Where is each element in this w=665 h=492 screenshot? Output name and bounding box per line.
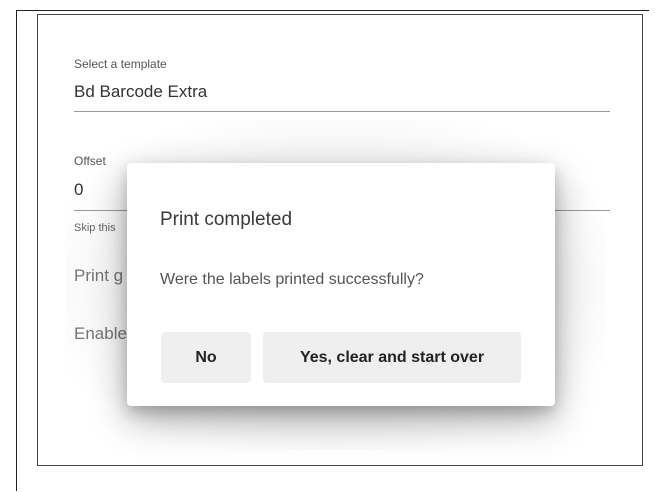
print-option-label: Print g	[74, 266, 124, 285]
template-select-value[interactable]: Bd Barcode Extra	[74, 82, 207, 102]
template-select-underline	[74, 111, 610, 112]
dialog-title: Print completed	[160, 209, 293, 230]
offset-input[interactable]: 0	[74, 180, 83, 200]
offset-label: Offset	[74, 154, 106, 168]
skip-label: Skip this	[74, 222, 116, 234]
enable-option-label: Enable	[74, 324, 127, 343]
yes-clear-start-over-button[interactable]: Yes, clear and start over	[263, 332, 521, 383]
dialog-message: Were the labels printed successfully?	[160, 271, 424, 288]
print-completed-dialog: Print completed Were the labels printed …	[127, 163, 555, 406]
no-button[interactable]: No	[161, 332, 251, 383]
template-select-label: Select a template	[74, 57, 167, 71]
